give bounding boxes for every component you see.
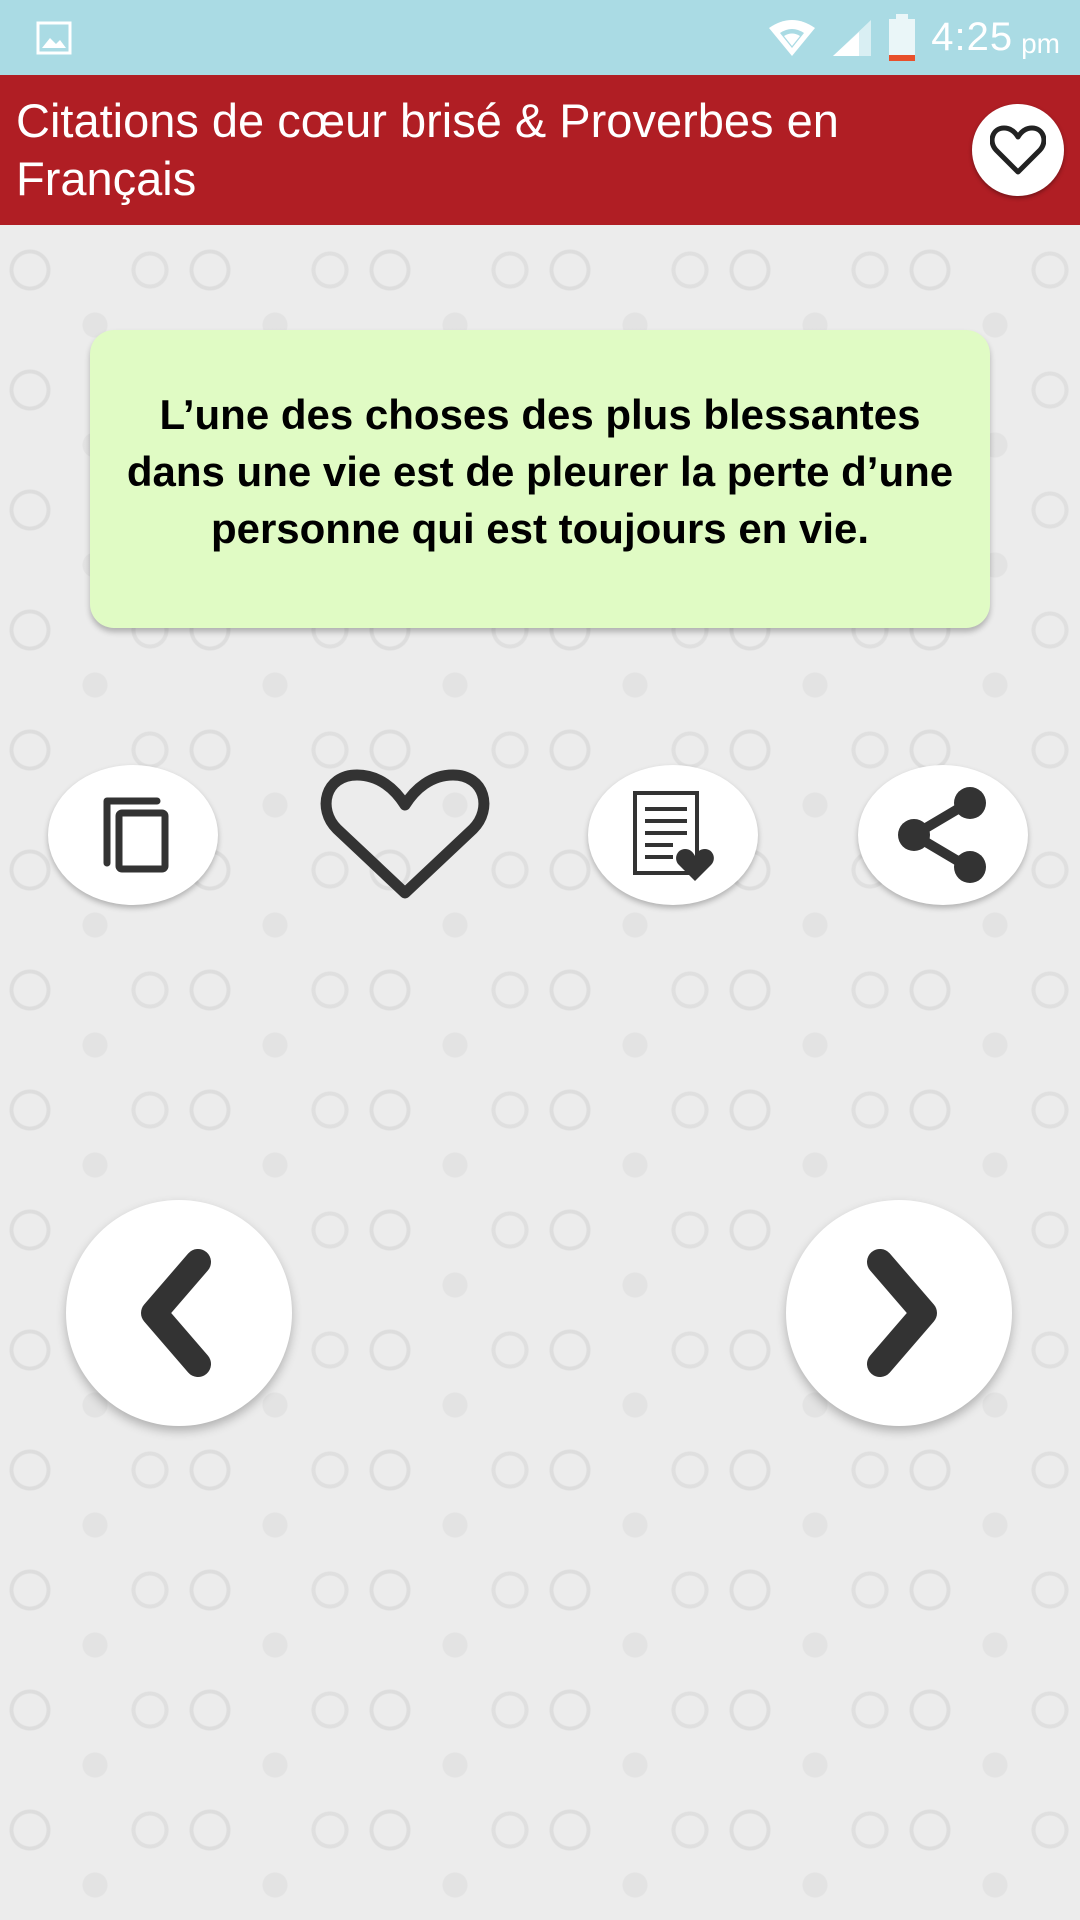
share-button[interactable] <box>858 765 1028 905</box>
next-button[interactable] <box>786 1200 1012 1426</box>
favorite-button[interactable] <box>300 755 510 915</box>
chevron-left-icon <box>141 1249 211 1377</box>
app-title: Citations de cœur brisé & Proverbes en F… <box>16 94 839 205</box>
share-icon <box>898 787 986 883</box>
status-time: 4:25 <box>931 15 1014 59</box>
status-icons: 4:25 pm <box>767 0 1060 75</box>
previous-button[interactable] <box>66 1200 292 1426</box>
heart-outline-icon <box>990 125 1046 175</box>
copy-icon <box>103 797 169 873</box>
quote-text: L’une des choses des plus blessantes dan… <box>126 390 954 552</box>
status-bar: 4:25 pm <box>0 0 1080 75</box>
battery-icon <box>889 13 916 61</box>
chevron-right-icon <box>867 1249 937 1377</box>
signal-icon <box>833 19 872 56</box>
status-ampm: pm <box>1021 27 1060 59</box>
image-icon <box>36 21 72 55</box>
app-bar: Citations de cœur brisé & Proverbes en F… <box>0 75 1080 225</box>
saved-list-button[interactable] <box>588 765 758 905</box>
copy-button[interactable] <box>48 765 218 905</box>
heart-outline-icon <box>320 769 490 899</box>
wifi-icon <box>769 19 816 56</box>
favorites-button[interactable] <box>972 104 1064 196</box>
document-heart-icon <box>633 791 714 881</box>
quote-card: L’une des choses des plus blessantes dan… <box>90 330 990 628</box>
